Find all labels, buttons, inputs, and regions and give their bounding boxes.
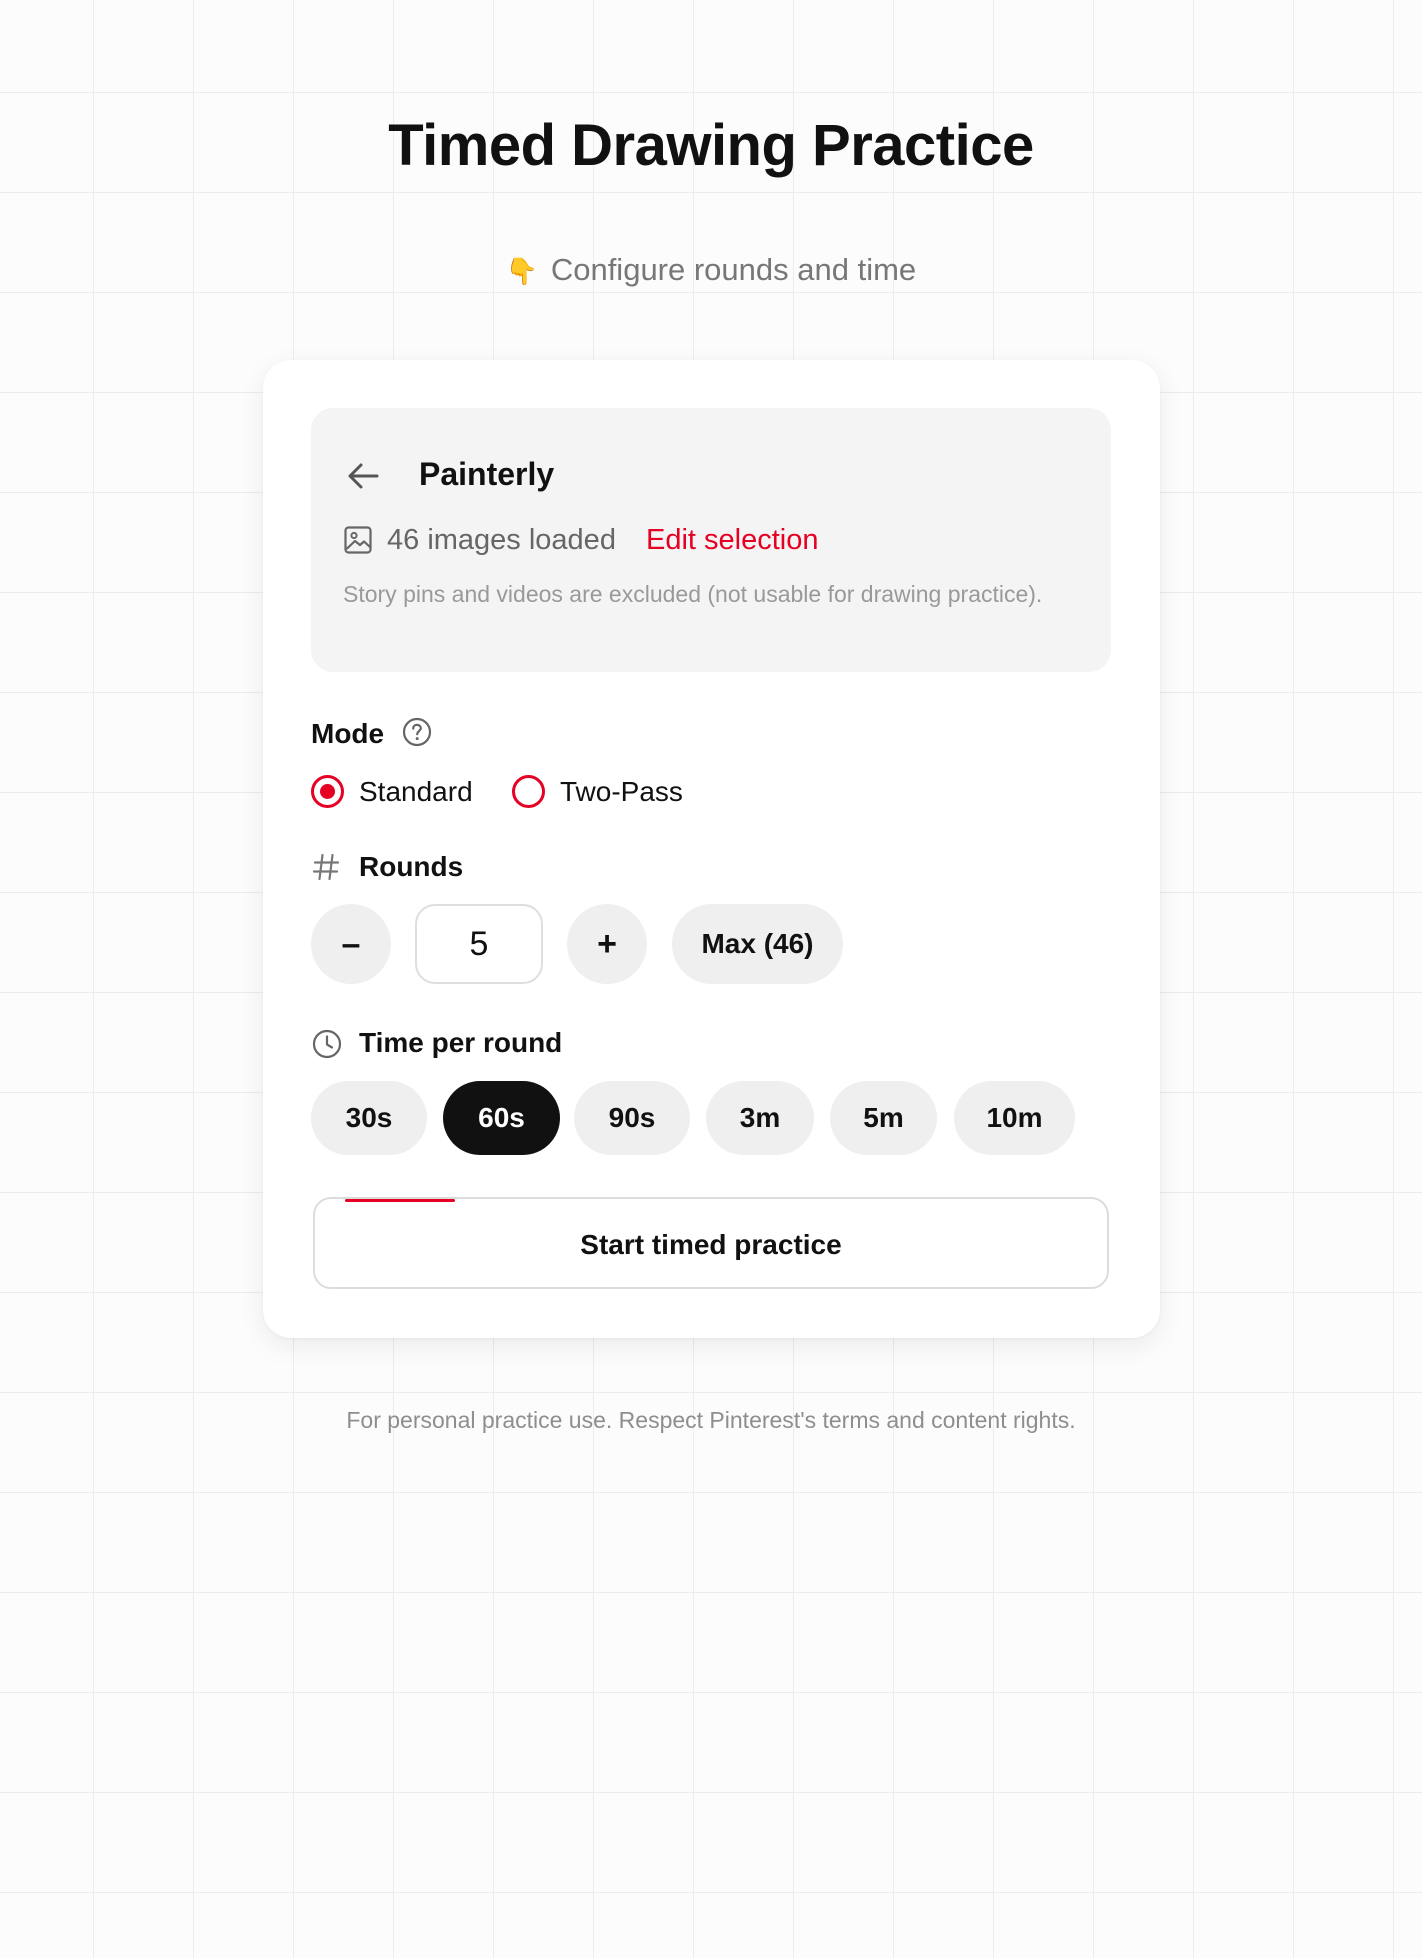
rounds-input[interactable]: 5 bbox=[415, 904, 543, 984]
max-rounds-button[interactable]: Max (46) bbox=[672, 904, 843, 984]
settings-card: Painterly 46 images loaded Edit selectio… bbox=[263, 360, 1160, 1338]
time-chip-30s[interactable]: 30s bbox=[311, 1081, 427, 1155]
clock-icon bbox=[312, 1029, 342, 1059]
radio-label: Standard bbox=[359, 776, 473, 807]
radio-circle-unchecked bbox=[512, 775, 545, 808]
back-arrow-icon bbox=[348, 463, 379, 489]
edit-selection-link[interactable]: Edit selection bbox=[646, 524, 819, 557]
radio-dot bbox=[320, 784, 335, 799]
time-chip-5m[interactable]: 5m bbox=[830, 1081, 937, 1155]
pointing-down-emoji: 👇 bbox=[505, 256, 539, 286]
images-loaded-count: 46 images loaded bbox=[387, 524, 616, 556]
excluded-note: Story pins and videos are excluded (not … bbox=[343, 581, 1043, 607]
radio-label: Two-Pass bbox=[560, 776, 683, 807]
time-chip-60s-selected[interactable]: 60s bbox=[443, 1081, 560, 1155]
time-chip-10m[interactable]: 10m bbox=[954, 1081, 1075, 1155]
start-button-label: Start timed practice bbox=[580, 1229, 842, 1260]
hash-icon bbox=[312, 853, 340, 881]
time-chip-90s[interactable]: 90s bbox=[574, 1081, 690, 1155]
start-timed-practice-button[interactable]: Start timed practice bbox=[313, 1197, 1109, 1289]
time-chip-3m[interactable]: 3m bbox=[706, 1081, 814, 1155]
button-accent-bar bbox=[345, 1199, 455, 1202]
increment-rounds-button[interactable]: + bbox=[567, 904, 647, 984]
board-panel: Painterly 46 images loaded Edit selectio… bbox=[311, 408, 1111, 672]
mode-radio-standard[interactable]: Standard bbox=[311, 774, 491, 810]
rounds-label: Rounds bbox=[359, 851, 464, 882]
help-circle-icon[interactable] bbox=[401, 716, 433, 748]
image-icon bbox=[344, 526, 372, 554]
decrement-rounds-button[interactable]: – bbox=[311, 904, 391, 984]
page-subtitle: 👇 Configure rounds and time bbox=[0, 252, 1422, 288]
page-subtitle-text: Configure rounds and time bbox=[550, 252, 917, 287]
time-per-round-label: Time per round bbox=[359, 1027, 563, 1058]
board-name: Painterly bbox=[419, 456, 555, 492]
mode-radio-two-pass[interactable]: Two-Pass bbox=[512, 774, 702, 810]
radio-circle-checked bbox=[311, 775, 344, 808]
mode-label: Mode bbox=[311, 718, 385, 749]
back-button[interactable] bbox=[341, 456, 385, 496]
footer-note: For personal practice use. Respect Pinte… bbox=[346, 1407, 1076, 1433]
page-title: Timed Drawing Practice bbox=[388, 113, 1034, 178]
